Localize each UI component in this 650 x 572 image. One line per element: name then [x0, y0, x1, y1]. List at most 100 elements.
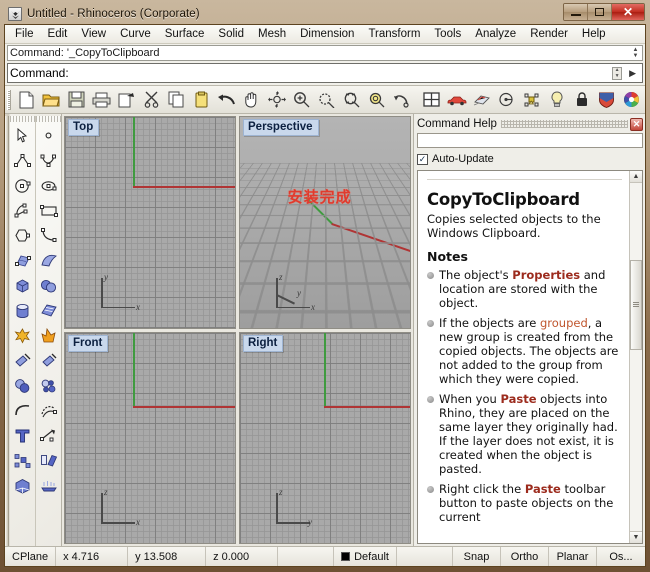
boolean-difference-icon[interactable]: [36, 373, 61, 398]
properties-icon[interactable]: [519, 88, 544, 112]
command-help-titlebar[interactable]: Command Help ✕: [417, 116, 643, 132]
save-file-icon[interactable]: [64, 88, 89, 112]
four-viewport-icon[interactable]: [419, 88, 444, 112]
menu-edit[interactable]: Edit: [41, 26, 75, 42]
array-icon[interactable]: [10, 448, 35, 473]
ellipse-icon[interactable]: [36, 173, 61, 198]
rotate-view-icon[interactable]: [264, 88, 289, 112]
left-toolbar-handle-a[interactable]: [10, 116, 35, 122]
light-bulb-icon[interactable]: [544, 88, 569, 112]
arc-icon[interactable]: [10, 198, 35, 223]
scroll-thumb[interactable]: [630, 259, 642, 351]
status-toggle-planar[interactable]: Planar: [549, 547, 597, 566]
viewport-top[interactable]: y x Top: [64, 116, 236, 329]
open-file-icon[interactable]: [39, 88, 64, 112]
scroll-up-icon[interactable]: ▲: [630, 171, 642, 183]
scroll-track[interactable]: [630, 183, 642, 531]
offset-curve-icon[interactable]: [36, 398, 61, 423]
menu-tools[interactable]: Tools: [427, 26, 468, 42]
maximize-button[interactable]: [588, 4, 612, 20]
help-scrollbar[interactable]: ▲ ▼: [629, 171, 642, 543]
undo-icon[interactable]: [214, 88, 239, 112]
move-icon[interactable]: [36, 448, 61, 473]
copy-to-clipboard-icon[interactable]: [114, 88, 139, 112]
rectangle-icon[interactable]: [36, 198, 61, 223]
surface-plane-icon[interactable]: [36, 298, 61, 323]
render-preview-icon[interactable]: [469, 88, 494, 112]
zoom-in-icon[interactable]: [289, 88, 314, 112]
panel-drag-handle[interactable]: [500, 120, 628, 128]
close-icon[interactable]: ✕: [630, 117, 643, 131]
menu-file[interactable]: File: [8, 26, 41, 42]
polygon-icon[interactable]: [10, 223, 35, 248]
circle-icon[interactable]: [10, 173, 35, 198]
command-input[interactable]: [70, 66, 609, 80]
command-history[interactable]: Command: '_CopyToClipboard ▲ ▼: [7, 45, 643, 61]
surface-from-points-icon[interactable]: [10, 248, 35, 273]
viewport-right[interactable]: z y Right: [239, 331, 411, 544]
menu-mesh[interactable]: Mesh: [251, 26, 293, 42]
menu-solid[interactable]: Solid: [211, 26, 251, 42]
help-link[interactable]: grouped: [540, 316, 588, 330]
new-file-icon[interactable]: [14, 88, 39, 112]
status-toggle-osnap[interactable]: Os...: [597, 547, 645, 566]
menu-analyze[interactable]: Analyze: [468, 26, 523, 42]
left-toolbar-grip[interactable]: [5, 116, 9, 546]
trim-icon[interactable]: [10, 348, 35, 373]
viewport-perspective[interactable]: 安装完成 z y x Perspective: [239, 116, 411, 329]
viewport-label-perspective[interactable]: Perspective: [243, 119, 319, 136]
menu-render[interactable]: Render: [523, 26, 575, 42]
viewport-label-front[interactable]: Front: [68, 334, 109, 352]
command-input-row[interactable]: Command: ▲ ▼ ▶: [7, 63, 643, 83]
split-icon[interactable]: [36, 348, 61, 373]
zoom-dynamic-icon[interactable]: [314, 88, 339, 112]
pan-hand-icon[interactable]: [239, 88, 264, 112]
dimension-icon[interactable]: [36, 423, 61, 448]
cylinder-icon[interactable]: [10, 298, 35, 323]
menu-help[interactable]: Help: [575, 26, 613, 42]
status-layer[interactable]: Default: [334, 547, 397, 566]
select-arrow-icon[interactable]: [10, 123, 35, 148]
viewport-front[interactable]: z x Front: [64, 331, 236, 544]
zoom-window-icon[interactable]: [339, 88, 364, 112]
render-car-icon[interactable]: [444, 88, 469, 112]
lock-icon[interactable]: [569, 88, 594, 112]
polyline-icon[interactable]: [10, 148, 35, 173]
menu-view[interactable]: View: [74, 26, 113, 42]
status-toggle-snap[interactable]: Snap: [453, 547, 501, 566]
toolbar-grip[interactable]: [7, 89, 11, 110]
left-toolbar-handle-b[interactable]: [36, 116, 61, 122]
fillet-curve-icon[interactable]: [10, 398, 35, 423]
explode-flame-icon[interactable]: [36, 323, 61, 348]
extrude-solid-icon[interactable]: [10, 473, 35, 498]
shade-icon[interactable]: [494, 88, 519, 112]
explode-star-icon[interactable]: [10, 323, 35, 348]
menu-curve[interactable]: Curve: [113, 26, 158, 42]
command-options-arrow-icon[interactable]: ▶: [625, 68, 640, 79]
command-spinner-icon[interactable]: ▲ ▼: [612, 66, 623, 80]
menu-surface[interactable]: Surface: [158, 26, 212, 42]
layer-shield-icon[interactable]: [594, 88, 619, 112]
color-wheel-icon[interactable]: [619, 88, 644, 112]
auto-update-row[interactable]: ✓ Auto-Update: [417, 151, 643, 167]
viewport-label-top[interactable]: Top: [68, 119, 100, 136]
zoom-previous-icon[interactable]: [389, 88, 414, 112]
menu-dimension[interactable]: Dimension: [293, 26, 361, 42]
boolean-union-icon[interactable]: [10, 373, 35, 398]
status-cplane[interactable]: CPlane: [5, 547, 57, 566]
menu-transform[interactable]: Transform: [361, 26, 427, 42]
copy-icon[interactable]: [164, 88, 189, 112]
box-icon[interactable]: [10, 273, 35, 298]
point-icon[interactable]: [36, 123, 61, 148]
control-point-curve-icon[interactable]: [36, 148, 61, 173]
zoom-extents-icon[interactable]: [364, 88, 389, 112]
text-tool-icon[interactable]: [10, 423, 35, 448]
sphere-icon[interactable]: [36, 273, 61, 298]
minimize-button[interactable]: [564, 4, 588, 20]
viewport-label-right[interactable]: Right: [243, 334, 284, 352]
command-help-search-input[interactable]: [417, 133, 643, 148]
paste-icon[interactable]: [189, 88, 214, 112]
command-history-scroll[interactable]: ▲ ▼: [630, 47, 641, 59]
print-icon[interactable]: [89, 88, 114, 112]
scroll-down-icon[interactable]: ▼: [630, 531, 642, 543]
